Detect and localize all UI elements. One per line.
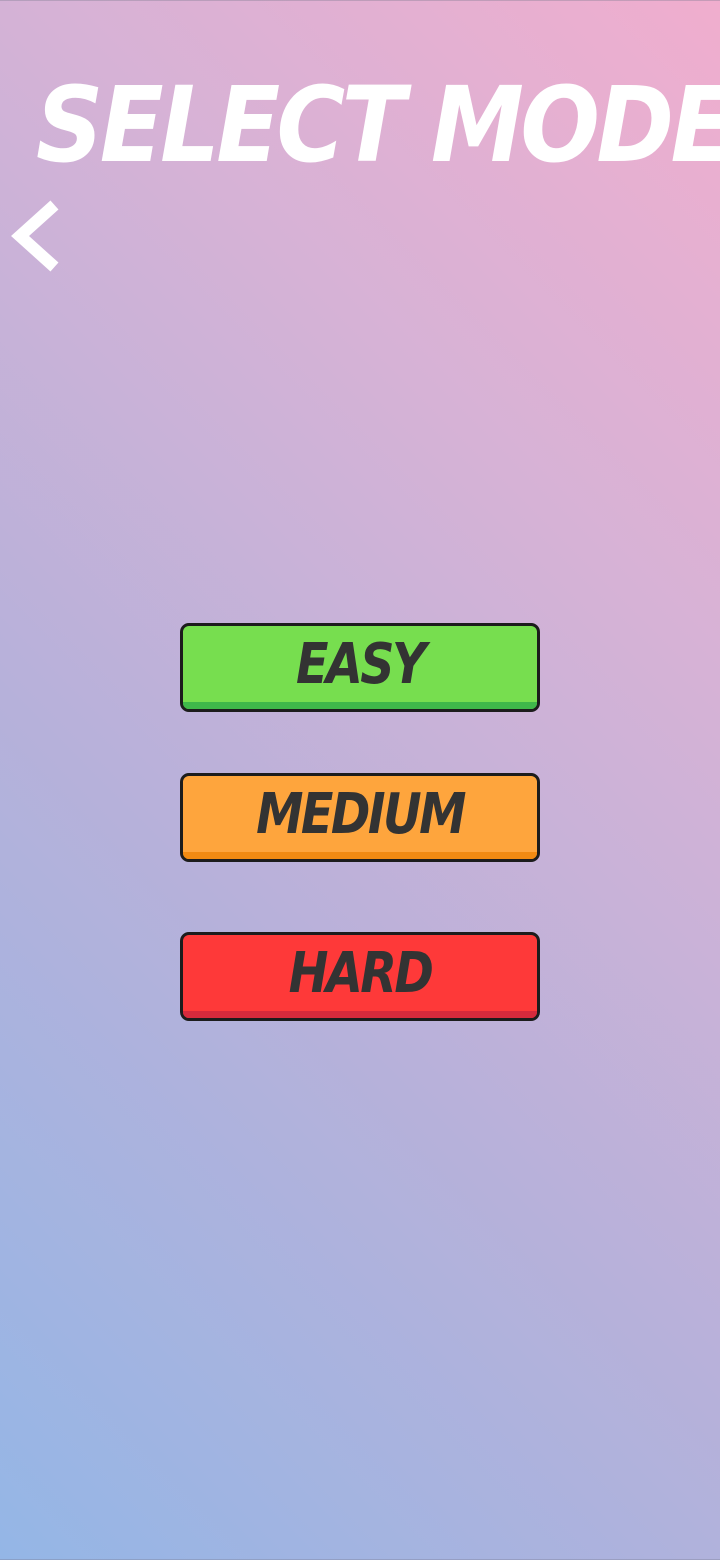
chevron-left-icon: [11, 200, 59, 272]
medium-mode-button[interactable]: MEDIUM: [180, 773, 540, 862]
hard-mode-button[interactable]: HARD: [180, 932, 540, 1021]
button-shade: [183, 1011, 537, 1018]
top-divider: [0, 0, 720, 1]
back-button[interactable]: [6, 198, 66, 276]
easy-mode-label: EASY: [296, 632, 426, 697]
page-title: SELECT MODE: [36, 64, 720, 186]
medium-mode-label: MEDIUM: [256, 782, 466, 847]
easy-mode-button[interactable]: EASY: [180, 623, 540, 712]
button-shade: [183, 852, 537, 859]
select-mode-screen: SELECT MODE EASY MEDIUM HARD: [0, 0, 720, 1560]
button-shade: [183, 702, 537, 709]
hard-mode-label: HARD: [288, 941, 434, 1006]
